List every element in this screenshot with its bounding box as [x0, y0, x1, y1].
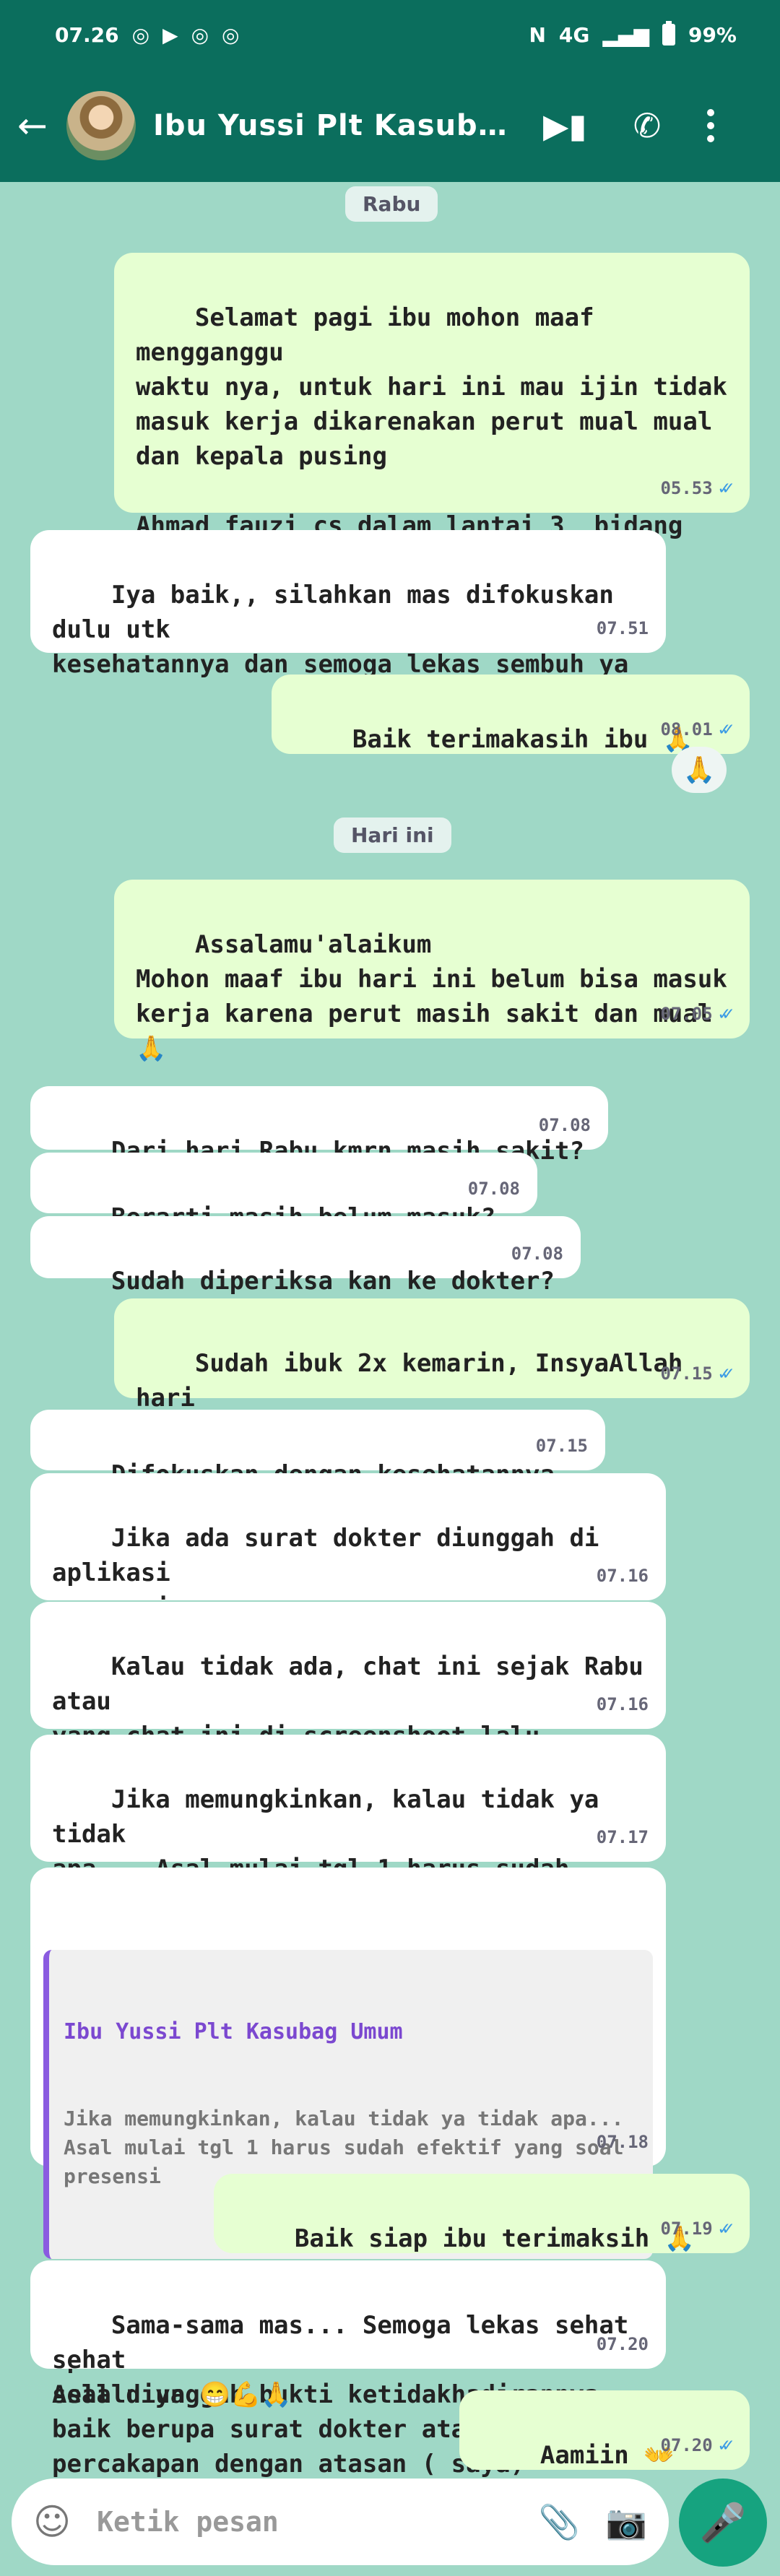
double-check-icon: ✓✓ [718, 719, 734, 740]
double-check-icon: ✓✓ [718, 477, 734, 499]
message-time: 07.17 [596, 1827, 649, 1847]
network-type: 4G [558, 22, 590, 47]
message-time: 07.51 [596, 618, 649, 638]
message-incoming[interactable]: Kalau tidak ada, chat ini sejak Rabu ata… [30, 1602, 666, 1820]
camera-icon[interactable]: 📷 [606, 2502, 647, 2542]
quoted-author: Ibu Yussi Plt Kasubag Umum [64, 2019, 403, 2044]
youtube-icon: ▶ [162, 22, 178, 47]
contact-name[interactable]: Ibu Yussi Plt Kasubag... [153, 109, 514, 142]
message-time: 07.08 [467, 1179, 520, 1199]
more-vertical-icon[interactable] [707, 109, 715, 142]
message-time: 07.20 [596, 2334, 649, 2354]
message-text: Baik terimakasih ibu 🙏 [352, 725, 694, 754]
message-time: 07.15 [535, 1436, 588, 1456]
double-check-icon: ✓✓ [718, 2434, 734, 2456]
message-reaction[interactable]: 🙏 [672, 747, 727, 793]
message-text: Iya baik,, silahkan mas difokuskan dulu … [52, 581, 629, 679]
status-time: 07.26 [55, 22, 119, 47]
message-time: 07.16 [596, 1566, 649, 1586]
message-time: 07.05 [660, 1004, 713, 1024]
paperclip-icon[interactable]: 📎 [538, 2502, 579, 2542]
message-time: 07.18 [596, 2132, 649, 2152]
message-incoming[interactable]: Iya baik,, silahkan mas difokuskan dulu … [30, 530, 666, 679]
message-time: 07.19 [660, 2219, 713, 2239]
message-incoming[interactable]: Difokuskan dengan kesehatannya 07.15 [30, 1410, 605, 1489]
message-incoming[interactable]: Jika ada surat dokter diunggah di aplika… [30, 1473, 666, 1622]
message-outgoing[interactable]: Baik terimakasih ibu 🙏 08.01 ✓✓ [272, 675, 750, 754]
message-time: 07.15 [660, 1363, 713, 1384]
battery-level: 99% [688, 22, 737, 47]
date-pill: Hari ini [334, 818, 451, 853]
instagram-icon: ◎ [131, 22, 150, 47]
phone-icon[interactable]: ✆ [633, 106, 662, 145]
signal-icon: ▂▄▆ [602, 22, 649, 47]
double-check-icon: ✓✓ [718, 1003, 734, 1025]
battery-icon [662, 21, 675, 45]
message-time: 07.08 [511, 1244, 563, 1264]
instagram-icon: ◎ [222, 22, 240, 47]
message-text: Assalamu'alaikum Mohon maaf ibu hari ini… [136, 930, 727, 1063]
double-check-icon: ✓✓ [718, 1363, 734, 1384]
message-outgoing[interactable]: Baik siap ibu terimaksih 🙏 07.19 ✓✓ [214, 2174, 750, 2253]
message-outgoing[interactable]: Assalamu'alaikum Mohon maaf ibu hari ini… [114, 880, 750, 1063]
message-outgoing[interactable]: Aamiin 👐 07.20 ✓✓ [459, 2390, 750, 2470]
message-text: Baik siap ibu terimaksih 🙏 [294, 2224, 695, 2253]
chat-messages: Rabu Selamat pagi ibu mohon maaf menggan… [0, 182, 780, 2479]
message-time: 08.01 [660, 719, 713, 740]
arrow-left-icon[interactable]: ← [17, 105, 61, 147]
message-time: 07.20 [660, 2435, 713, 2455]
message-incoming-reply[interactable]: Ibu Yussi Plt Kasubag Umum Jika memungki… [30, 1868, 666, 2479]
chat-header: ← Ibu Yussi Plt Kasubag... ▶▮ ✆ [0, 69, 780, 182]
message-incoming[interactable]: Sama-sama mas... Semoga lekas sehat seha… [30, 2260, 666, 2409]
message-time: 07.16 [596, 1694, 649, 1714]
message-text: Sudah diperiksa kan ke dokter? [110, 1267, 555, 1296]
date-pill: Rabu [345, 186, 438, 222]
message-incoming[interactable]: Dari hari Rabu kmrn masih sakit? 07.08 [30, 1086, 608, 1166]
message-outgoing[interactable]: Sudah ibuk 2x kemarin, InsyaAllah hari s… [114, 1298, 750, 1447]
status-bar: 07.26 ◎ ▶ ◎ ◎ N 4G ▂▄▆ 99% [0, 0, 780, 69]
message-input[interactable] [97, 2506, 513, 2538]
nfc-icon: N [529, 22, 546, 47]
instagram-icon: ◎ [191, 22, 209, 47]
message-composer: ☺ 📎 📷 [12, 2479, 669, 2565]
message-time: 05.53 [660, 478, 713, 498]
message-incoming[interactable]: Jika memungkinkan, kalau tidak ya tidak … [30, 1735, 666, 1953]
message-outgoing[interactable]: Selamat pagi ibu mohon maaf mengganggu w… [114, 253, 750, 575]
message-time: 07.08 [538, 1115, 591, 1135]
video-icon[interactable]: ▶▮ [543, 106, 587, 145]
message-incoming[interactable]: Berarti masih belum masuk? 07.08 [30, 1153, 537, 1232]
avatar[interactable] [66, 91, 136, 160]
microphone-icon[interactable]: 🎤 [679, 2479, 767, 2567]
double-check-icon: ✓✓ [718, 2218, 734, 2239]
message-text: Aamiin 👐 [540, 2441, 675, 2470]
message-incoming[interactable]: Sudah diperiksa kan ke dokter? 07.08 [30, 1216, 581, 1296]
emoji-icon[interactable]: ☺ [33, 2501, 71, 2543]
